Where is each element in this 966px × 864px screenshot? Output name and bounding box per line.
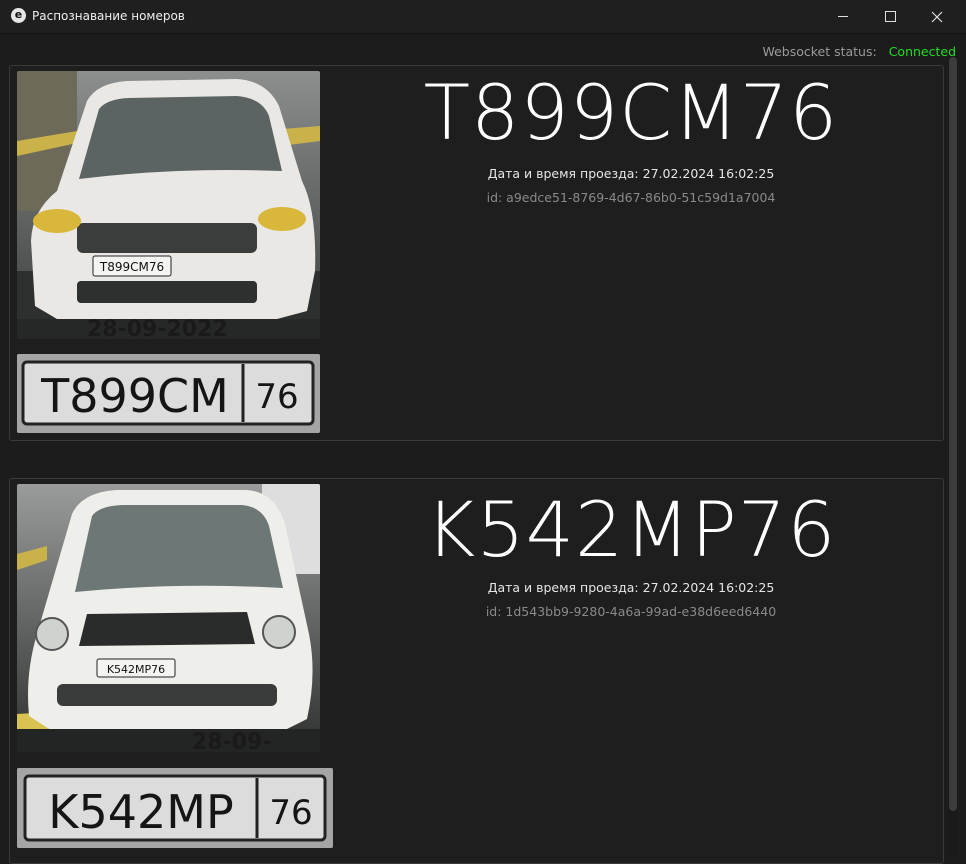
recognition-record: T899CM76 28-09-2022 T899CM 76 T899CM76 Д… [9, 65, 944, 441]
photo-timestamp: 28-09- [192, 730, 272, 752]
app-icon: e [11, 8, 26, 23]
title-bar: e Распознавание номеров [0, 0, 966, 34]
minimize-button[interactable] [820, 0, 866, 33]
maximize-button[interactable] [867, 0, 913, 33]
scrollbar-thumb[interactable] [949, 57, 957, 811]
recognized-plate-number: T899CM76 [423, 68, 839, 157]
passage-datetime: Дата и время проезда: 27.02.2024 16:02:2… [487, 166, 775, 181]
passage-datetime: Дата и время проезда: 27.02.2024 16:02:2… [487, 580, 775, 595]
crop-plate-main: T899CM [40, 369, 229, 423]
websocket-status-value: Connected [888, 44, 956, 59]
photo-plate-text: T899CM76 [99, 260, 164, 274]
maximize-icon [884, 11, 896, 22]
crop-plate-main: K542MP [48, 785, 233, 839]
plate-crop-image: K542MP 76 [17, 768, 333, 848]
websocket-status: Websocket status: Connected [762, 44, 956, 59]
close-icon [931, 11, 943, 22]
minimize-icon [838, 16, 848, 17]
websocket-status-label: Websocket status: [762, 44, 877, 59]
car-photo: K542MP76 28-09- [17, 484, 320, 752]
crop-plate-region: 76 [255, 377, 298, 417]
photo-timestamp: 28-09-2022 [87, 317, 228, 339]
plate-crop-image: T899CM 76 [17, 354, 320, 433]
recognized-plate-number: K542MP76 [425, 485, 837, 574]
recognition-record: K542MP76 28-09- K542MP 76 K542MP76 Дата … [9, 478, 944, 864]
photo-plate-text: K542MP76 [107, 663, 165, 676]
record-id: id: a9edce51-8769-4d67-86b0-51c59d1a7004 [486, 190, 776, 205]
close-button[interactable] [914, 0, 960, 33]
record-id: id: 1d543bb9-9280-4a6a-99ad-e38d6eed6440 [485, 604, 777, 619]
window-title: Распознавание номеров [32, 9, 185, 23]
vertical-scrollbar[interactable] [948, 57, 958, 857]
crop-plate-region: 76 [269, 793, 312, 833]
car-photo: T899CM76 28-09-2022 [17, 71, 320, 339]
